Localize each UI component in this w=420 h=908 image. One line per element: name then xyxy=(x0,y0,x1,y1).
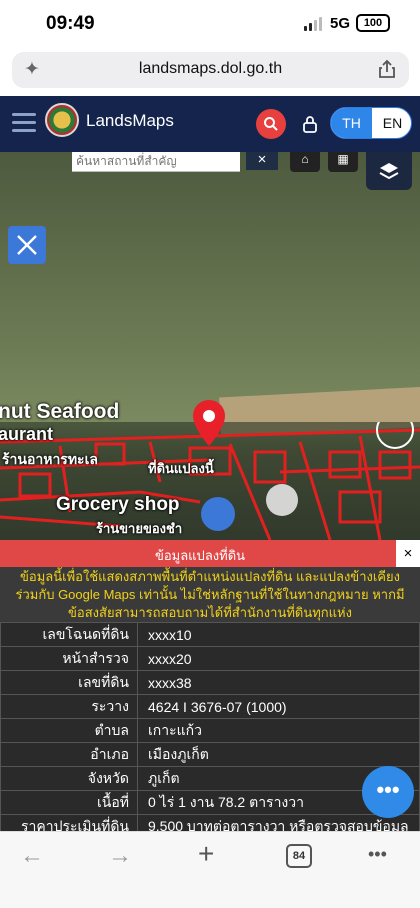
info-row: เลขโฉนดที่ดิน xxxx10 xyxy=(0,622,420,647)
menu-icon[interactable] xyxy=(12,113,36,137)
search-clear-button[interactable]: × xyxy=(246,152,278,170)
more-actions-button[interactable]: ••• xyxy=(362,766,414,818)
info-key: หน้าสำรวจ xyxy=(0,646,138,671)
parcel-info-table: เลขโฉนดที่ดิน xxxx10 หน้าสำรวจ xxxx20 เลขที่… xyxy=(0,622,420,839)
panel-close-button[interactable]: × xyxy=(396,540,420,567)
measure-tool-button[interactable] xyxy=(8,226,46,264)
info-row: ตำบล เกาะแก้ว xyxy=(0,718,420,743)
location-pin-icon[interactable] xyxy=(193,400,225,446)
place-search-input[interactable] xyxy=(72,152,240,170)
map-view[interactable]: × ⌂ ▦ nut Seafood aurant ร้านอาหารทะเล ท… xyxy=(0,152,420,540)
map-label-grocery-th: ร้านขายของชำ xyxy=(96,521,183,536)
map-label-restaurant: aurant xyxy=(0,424,54,444)
language-toggle[interactable]: TH EN xyxy=(330,107,412,139)
lang-th-button[interactable]: TH xyxy=(331,108,372,138)
lock-icon[interactable] xyxy=(300,114,320,134)
info-value: เกาะแก้ว xyxy=(137,718,420,743)
info-row: เลขที่ดิน xxxx38 xyxy=(0,670,420,695)
new-tab-icon[interactable]: + xyxy=(198,838,214,870)
back-icon[interactable]: ← xyxy=(20,842,44,870)
disclaimer-text: ข้อมูลนี้เพื่อใช้แสดงสภาพพื้นที่ตำแหน่งแ… xyxy=(0,567,420,622)
browser-toolbar: ← → + 84 ••• xyxy=(0,831,420,908)
info-key: เลขที่ดิน xyxy=(0,670,138,695)
map-label-seafood: nut Seafood xyxy=(0,400,120,423)
info-key: เนื้อที่ xyxy=(0,790,138,815)
layers-button[interactable] xyxy=(366,152,412,190)
info-value: xxxx38 xyxy=(137,670,420,695)
info-value: xxxx20 xyxy=(137,646,420,671)
info-key: ระวาง xyxy=(0,694,138,719)
info-key: จังหวัด xyxy=(0,766,138,791)
battery-icon: 100 xyxy=(356,14,390,32)
info-key: เลขโฉนดที่ดิน xyxy=(0,622,138,647)
forward-icon[interactable]: → xyxy=(108,842,132,870)
ruler-pencil-icon xyxy=(17,235,37,255)
info-key: อำเภอ xyxy=(0,742,138,767)
info-value: เมืองภูเก็ต xyxy=(137,742,420,767)
info-row: หน้าสำรวจ xxxx20 xyxy=(0,646,420,671)
network-label: 5G xyxy=(330,15,351,32)
app-header: LandsMaps TH EN xyxy=(0,96,420,152)
info-row: จังหวัด ภูเก็ต xyxy=(0,766,420,791)
map-label-grocery: Grocery shop xyxy=(56,494,180,515)
info-row: อำเภอ เมืองภูเก็ต xyxy=(0,742,420,767)
map-label-thai-restaurant: ร้านอาหารทะเล xyxy=(2,451,98,467)
place-search[interactable] xyxy=(72,152,240,172)
info-value: xxxx10 xyxy=(137,622,420,647)
search-button[interactable] xyxy=(256,109,286,139)
layers-icon xyxy=(379,163,399,180)
brand-title: LandsMaps xyxy=(86,111,174,130)
dol-logo xyxy=(45,103,79,137)
search-icon xyxy=(264,117,278,131)
map-label-parcel: ที่ดินแปลงนี้ xyxy=(148,461,214,476)
share-icon[interactable] xyxy=(377,59,397,79)
lang-en-button[interactable]: EN xyxy=(372,108,411,138)
info-row: เนื้อที่ 0 ไร่ 1 งาน 78.2 ตารางวา xyxy=(0,790,420,815)
info-row: ระวาง 4624 I 3676-07 (1000) xyxy=(0,694,420,719)
status-bar: 09:49 5G 100 xyxy=(0,0,420,48)
address-bar[interactable]: ✦ landsmaps.dol.go.th xyxy=(12,52,409,88)
home-map-button[interactable]: ⌂ xyxy=(290,152,320,172)
panel-header: ข้อมูลแปลงที่ดิน × xyxy=(0,540,420,567)
tabs-button[interactable]: 84 xyxy=(286,844,312,868)
signal-icon xyxy=(304,17,322,31)
grid-map-button[interactable]: ▦ xyxy=(328,152,358,172)
info-value: 4624 I 3676-07 (1000) xyxy=(137,694,420,719)
more-menu-icon[interactable]: ••• xyxy=(368,844,387,865)
info-key: ตำบล xyxy=(0,718,138,743)
panel-title: ข้อมูลแปลงที่ดิน xyxy=(154,548,246,563)
url-text[interactable]: landsmaps.dol.go.th xyxy=(12,60,409,78)
status-time: 09:49 xyxy=(46,13,95,34)
